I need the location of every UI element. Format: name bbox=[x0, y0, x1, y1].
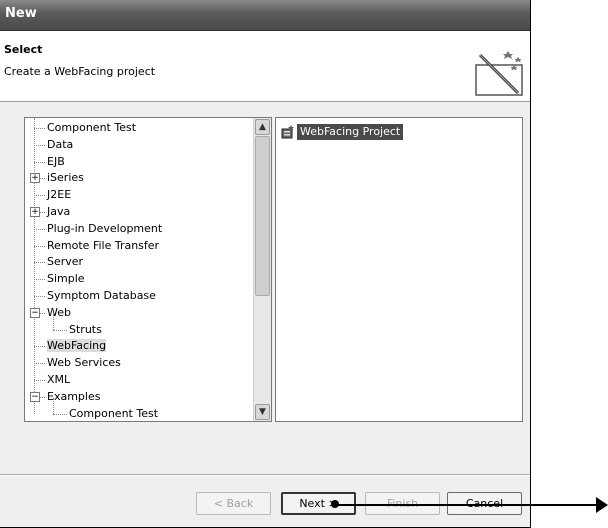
tree-item-label: XML bbox=[47, 373, 71, 386]
tree-item[interactable]: iSeries bbox=[47, 170, 84, 186]
tree-connector bbox=[53, 329, 67, 331]
tree-item[interactable]: Plug-in Development bbox=[47, 221, 162, 237]
scroll-down-button[interactable]: ▼ bbox=[255, 404, 270, 420]
tree-vertical-scrollbar[interactable]: ▲ ▼ bbox=[253, 118, 271, 421]
tree-connector bbox=[34, 128, 45, 129]
tree-item-label: J2EE bbox=[47, 188, 72, 202]
tree-item[interactable]: EJB bbox=[47, 154, 65, 170]
collapse-icon[interactable]: − bbox=[30, 391, 40, 402]
tree-item[interactable]: Component Test bbox=[69, 406, 159, 421]
tree-connector bbox=[34, 279, 45, 281]
tree-item[interactable]: Web bbox=[47, 305, 71, 321]
tree-item-label: Data bbox=[47, 137, 74, 151]
tree-item[interactable]: Symptom Database bbox=[47, 288, 156, 304]
tree-connector bbox=[34, 161, 45, 163]
tree-connector bbox=[34, 262, 45, 264]
back-button[interactable]: < Back bbox=[196, 492, 271, 515]
webfacing-project-icon bbox=[281, 125, 294, 139]
tree-item-label: Component Test bbox=[69, 406, 159, 420]
tree-connector bbox=[34, 195, 45, 197]
tree-item-label: Java bbox=[47, 205, 71, 218]
tree-branch-guide bbox=[53, 313, 54, 330]
tree-item-label: Server bbox=[47, 255, 84, 269]
tree-item-label: WebFacing bbox=[47, 339, 107, 353]
tree-item[interactable]: Server bbox=[47, 254, 83, 270]
tree-item[interactable]: Struts bbox=[69, 322, 102, 338]
tree-item[interactable]: WebFacing bbox=[47, 338, 107, 354]
callout-arrow-line bbox=[337, 504, 599, 506]
wizard-item-label: WebFacing Project bbox=[297, 124, 404, 140]
tree-item-label: Web Services bbox=[47, 356, 121, 370]
tree-branch-guide bbox=[53, 397, 54, 414]
tree-item[interactable]: Web Services bbox=[47, 355, 121, 371]
tree-item[interactable]: XML bbox=[47, 372, 70, 388]
expand-icon[interactable]: + bbox=[30, 173, 40, 184]
tree-item[interactable]: J2EE bbox=[47, 187, 71, 203]
tree-list: Component Test Data EJB + iSeries J2EE + Java Pl… bbox=[25, 118, 253, 421]
window-title: New bbox=[5, 6, 37, 21]
wizard-wand-icon bbox=[475, 51, 523, 96]
tree-connector bbox=[34, 144, 45, 146]
page-description: Create a WebFacing project bbox=[4, 65, 156, 78]
tree-connector bbox=[34, 380, 45, 381]
page-title: Select bbox=[4, 43, 43, 56]
title-bar[interactable]: New bbox=[0, 0, 530, 31]
tree-item[interactable]: Remote File Transfer bbox=[47, 238, 159, 254]
callout-arrow-head bbox=[596, 497, 608, 513]
tree-connector bbox=[53, 413, 67, 415]
tree-connector bbox=[34, 245, 45, 247]
tree-item[interactable]: Java bbox=[47, 204, 70, 220]
wizard-header: Select Create a WebFacing project bbox=[0, 31, 530, 102]
tree-connector bbox=[34, 346, 45, 348]
wizard-list: WebFacing Project bbox=[275, 117, 523, 422]
scroll-thumb[interactable] bbox=[255, 136, 270, 296]
tree-item-label: iSeries bbox=[47, 171, 84, 185]
tree-item-label: Plug-in Development bbox=[47, 221, 163, 235]
tree-item-label: Symptom Database bbox=[47, 289, 156, 302]
tree-item[interactable]: Simple bbox=[47, 271, 85, 287]
expand-icon[interactable]: + bbox=[30, 207, 40, 217]
tree-connector bbox=[34, 363, 45, 365]
collapse-icon[interactable]: − bbox=[30, 307, 40, 318]
tree-item-label: Remote File Transfer bbox=[47, 238, 160, 252]
tree-item-label: EJB bbox=[47, 154, 65, 168]
tree-connector bbox=[34, 228, 45, 230]
tree-item-label: Examples bbox=[47, 389, 101, 403]
tree-item-label: Component Test bbox=[47, 121, 137, 134]
tree-item[interactable]: Data bbox=[47, 137, 73, 153]
tree-item[interactable]: Component Test bbox=[47, 120, 136, 136]
tree-item-label: Web bbox=[47, 305, 71, 319]
tree-item-label: Struts bbox=[69, 322, 102, 336]
new-wizard-dialog: New Select Create a WebFacing project Co… bbox=[0, 0, 531, 528]
button-separator bbox=[0, 474, 530, 476]
tree-connector bbox=[34, 296, 45, 297]
tree-item-label: Simple bbox=[47, 272, 85, 286]
tree-item[interactable]: Examples bbox=[47, 389, 100, 405]
scroll-up-button[interactable]: ▲ bbox=[255, 119, 270, 135]
wizard-category-tree[interactable]: Component Test Data EJB + iSeries J2EE + Java Pl… bbox=[24, 117, 272, 422]
